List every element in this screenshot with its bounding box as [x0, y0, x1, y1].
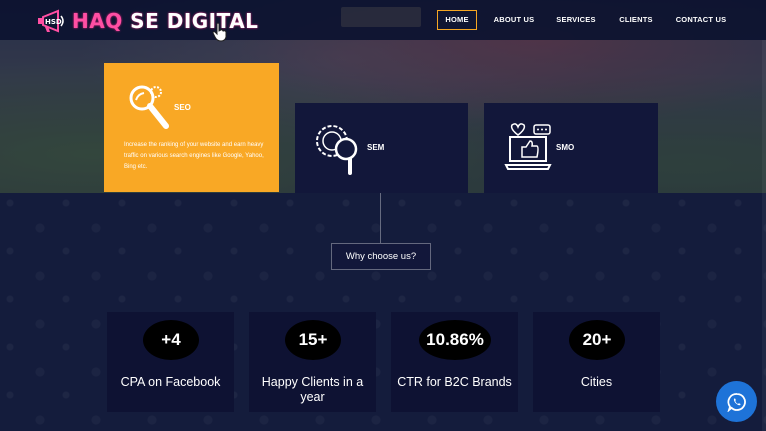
svg-text:HSD: HSD: [45, 18, 62, 26]
service-description-seo: Increase the ranking of your website and…: [124, 142, 264, 170]
seo-magnifier-gear-icon: [129, 85, 169, 129]
service-card-sem[interactable]: SEM: [295, 103, 468, 193]
whatsapp-button[interactable]: [716, 381, 757, 422]
stat-label: Happy Clients in a year: [261, 375, 364, 404]
whatsapp-icon: [726, 392, 746, 412]
stat-card: +4 CPA on Facebook: [107, 312, 234, 412]
sem-gear-magnifier-icon: [316, 125, 358, 175]
brand-name: HAQ SE DIGITAL: [72, 9, 259, 33]
stat-value: 15+: [285, 320, 341, 360]
stat-label: CPA on Facebook: [120, 375, 221, 389]
smo-laptop-like-icon: [504, 123, 552, 170]
stat-card: 10.86% CTR for B2C Brands: [391, 312, 518, 412]
why-choose-us-button[interactable]: Why choose us?: [331, 243, 431, 270]
nav-clients[interactable]: CLIENTS: [613, 10, 659, 30]
nav-services[interactable]: SERVICES: [553, 10, 599, 30]
ghost-button[interactable]: [341, 7, 421, 27]
stat-label: CTR for B2C Brands: [397, 375, 512, 389]
service-card-smo[interactable]: SMO: [484, 103, 658, 193]
megaphone-logo-icon: HSD: [38, 9, 64, 33]
stat-value: 10.86%: [419, 320, 491, 360]
hand-cursor-icon: [212, 22, 227, 42]
nav-home[interactable]: HOME: [437, 10, 477, 30]
stat-value: +4: [143, 320, 199, 360]
stat-card: 20+ Cities: [533, 312, 660, 412]
connector-line: [380, 193, 381, 243]
stat-card: 15+ Happy Clients in a year: [249, 312, 376, 412]
navbar: HSD HAQ SE DIGITAL HOME ABOUT US SERVICE…: [0, 0, 766, 42]
nav-contact-us[interactable]: CONTACT US: [673, 10, 729, 30]
nav-about-us[interactable]: ABOUT US: [489, 10, 539, 30]
scrollbar[interactable]: [762, 40, 766, 431]
stat-value: 20+: [569, 320, 625, 360]
stat-label: Cities: [580, 375, 613, 389]
service-title-sem: SEM: [367, 143, 385, 152]
service-title-seo: SEO: [174, 103, 191, 112]
service-title-smo: SMO: [556, 143, 575, 152]
service-card-seo[interactable]: SEO Increase the ranking of your website…: [104, 63, 279, 192]
